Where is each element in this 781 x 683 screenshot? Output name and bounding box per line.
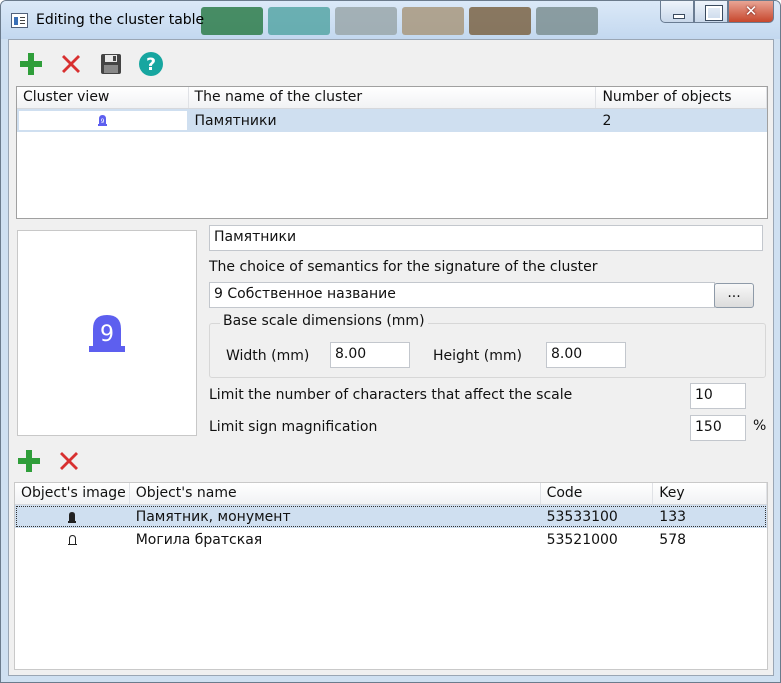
blob [402,7,464,35]
cluster-preview: 9 [17,230,197,436]
height-label: Height (mm) [433,348,522,364]
width-label: Width (mm) [226,348,310,364]
objects-table-header: Object's image Object's name Code Key [15,483,767,505]
cluster-9-icon: 9 [89,315,125,352]
object-code-cell[interactable]: 53533100 [541,505,654,528]
column-object-image[interactable]: Object's image [15,483,130,504]
maximize-button[interactable] [694,1,728,23]
save-button[interactable] [97,50,125,78]
object-count-cell[interactable]: 2 [596,109,767,132]
height-input[interactable]: 8.00 [546,342,626,368]
width-input[interactable]: 8.00 [330,342,410,368]
column-key[interactable]: Key [653,483,767,504]
object-name-cell[interactable]: Памятник, монумент [130,505,541,528]
delete-object-button[interactable] [55,447,83,475]
window-controls: ✕ [660,1,774,23]
table-row[interactable]: 9 Памятники 2 [17,109,767,132]
cluster-view-cell[interactable]: 9 [17,109,189,132]
objects-toolbar [15,445,83,477]
blob [536,7,598,35]
monument-filled-icon [68,511,77,523]
blob [469,7,531,35]
x-icon [62,55,80,73]
table-row[interactable]: Памятник, монумент 53533100 133 [15,505,767,528]
title-background-blobs [201,7,598,35]
column-cluster-view[interactable]: Cluster view [17,87,189,108]
limit-chars-label: Limit the number of characters that affe… [209,387,573,403]
help-button[interactable]: ? [137,50,165,78]
question-icon: ? [139,52,163,76]
percent-label: % [753,418,767,434]
column-object-name[interactable]: Object's name [130,483,541,504]
blob [268,7,330,35]
objects-table: Object's image Object's name Code Key Па… [14,482,768,670]
browse-semantics-button[interactable]: ... [714,283,754,308]
svg-text:?: ? [146,55,156,75]
close-icon: ✕ [744,2,758,20]
object-key-cell[interactable]: 133 [653,505,767,528]
dialog-client-area: ? Cluster view The name of the cluster N… [8,39,774,676]
limit-chars-input[interactable]: 10 [690,383,746,409]
minimize-button[interactable] [660,1,694,23]
limit-magnification-label: Limit sign magnification [209,419,378,435]
cluster-name-cell[interactable]: Памятники [189,109,597,132]
grave-outline-icon [67,534,77,545]
app-icon [11,13,28,28]
floppy-disk-icon [101,54,121,74]
object-image-cell[interactable] [15,528,130,551]
object-image-cell[interactable] [15,505,130,528]
plus-icon [18,450,40,472]
object-name-cell[interactable]: Могила братская [130,528,541,551]
table-row[interactable]: Могила братская 53521000 578 [15,528,767,551]
semantics-label: The choice of semantics for the signatur… [209,259,598,275]
object-code-cell[interactable]: 53521000 [541,528,654,551]
column-cluster-name[interactable]: The name of the cluster [189,87,597,108]
base-scale-label: Base scale dimensions (mm) [220,313,428,329]
object-key-cell[interactable]: 578 [653,528,767,551]
preview-glyph: 9 [100,322,114,347]
column-object-count[interactable]: Number of objects [596,87,767,108]
cluster-table: Cluster view The name of the cluster Num… [16,86,768,219]
base-scale-group: Base scale dimensions (mm) Width (mm) 8.… [209,313,766,378]
x-icon [60,452,78,470]
limit-magnification-input[interactable]: 150 [690,415,746,441]
add-object-button[interactable] [15,447,43,475]
blob [335,7,397,35]
cluster-name-input[interactable]: Памятники [209,225,763,251]
plus-icon [20,53,42,75]
cluster-toolbar: ? [17,48,165,80]
title-bar[interactable]: Editing the cluster table ✕ [1,1,780,39]
window-title: Editing the cluster table [36,12,205,28]
cluster-editor-window: Editing the cluster table ✕ ? Cluster vi… [0,0,781,683]
add-cluster-button[interactable] [17,50,45,78]
column-code[interactable]: Code [541,483,654,504]
cluster-table-header: Cluster view The name of the cluster Num… [17,87,767,109]
cluster-view-swatch: 9 [19,111,187,130]
cluster-9-icon: 9 [98,115,108,126]
blob [201,7,263,35]
delete-cluster-button[interactable] [57,50,85,78]
svg-text:9: 9 [101,118,105,125]
close-button[interactable]: ✕ [728,1,774,23]
semantics-field[interactable]: 9 Собственное название [209,282,715,308]
